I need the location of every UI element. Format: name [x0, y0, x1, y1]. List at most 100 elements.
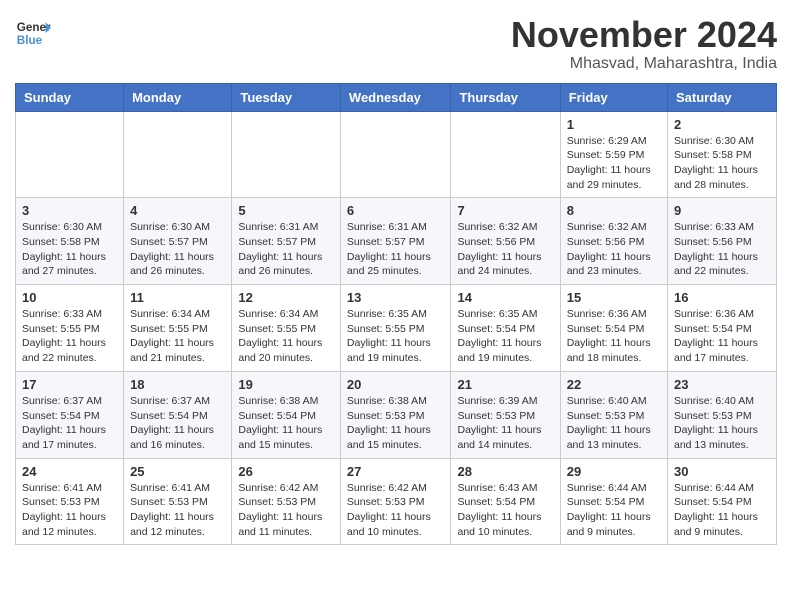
day-info: Sunrise: 6:30 AMSunset: 5:58 PMDaylight:… [674, 134, 770, 193]
calendar-day-cell: 27 Sunrise: 6:42 AMSunset: 5:53 PMDayligh… [340, 458, 451, 545]
calendar-day-cell [16, 111, 124, 198]
day-number: 21 [457, 377, 553, 392]
day-info: Sunrise: 6:43 AMSunset: 5:54 PMDaylight:… [457, 481, 553, 540]
calendar-day-cell: 26 Sunrise: 6:42 AMSunset: 5:53 PMDayligh… [232, 458, 341, 545]
weekday-header-cell: Sunday [16, 83, 124, 111]
weekday-header-row: SundayMondayTuesdayWednesdayThursdayFrid… [16, 83, 777, 111]
day-number: 20 [347, 377, 445, 392]
calendar-day-cell: 8Sunrise: 6:32 AMSunset: 5:56 PMDaylight… [560, 198, 667, 285]
day-info: Sunrise: 6:34 AMSunset: 5:55 PMDaylight:… [238, 307, 334, 366]
calendar-day-cell: 28 Sunrise: 6:43 AMSunset: 5:54 PMDayligh… [451, 458, 560, 545]
day-number: 8 [567, 203, 661, 218]
day-number: 17 [22, 377, 117, 392]
day-number: 19 [238, 377, 334, 392]
calendar-week-row: 3 Sunrise: 6:30 AMSunset: 5:58 PMDaylight… [16, 198, 777, 285]
calendar-week-row: 17 Sunrise: 6:37 AMSunset: 5:54 PMDayligh… [16, 371, 777, 458]
logo: General Blue [15, 15, 51, 51]
day-info: Sunrise: 6:35 AMSunset: 5:55 PMDaylight:… [347, 307, 445, 366]
day-number: 10 [22, 290, 117, 305]
calendar-day-cell: 19 Sunrise: 6:38 AMSunset: 5:54 PMDayligh… [232, 371, 341, 458]
calendar-day-cell: 21Sunrise: 6:39 AMSunset: 5:53 PMDayligh… [451, 371, 560, 458]
svg-text:Blue: Blue [17, 34, 43, 47]
day-info: Sunrise: 6:36 AMSunset: 5:54 PMDaylight:… [567, 307, 661, 366]
day-number: 29 [567, 464, 661, 479]
day-number: 16 [674, 290, 770, 305]
day-number: 18 [130, 377, 225, 392]
calendar-week-row: 10 Sunrise: 6:33 AMSunset: 5:55 PMDayligh… [16, 285, 777, 372]
day-info: Sunrise: 6:38 AMSunset: 5:54 PMDaylight:… [238, 394, 334, 453]
calendar-day-cell: 9 Sunrise: 6:33 AMSunset: 5:56 PMDaylight… [668, 198, 777, 285]
weekday-header-cell: Wednesday [340, 83, 451, 111]
calendar-day-cell [451, 111, 560, 198]
calendar-day-cell: 10 Sunrise: 6:33 AMSunset: 5:55 PMDayligh… [16, 285, 124, 372]
day-number: 11 [130, 290, 225, 305]
weekday-header-cell: Thursday [451, 83, 560, 111]
day-info: Sunrise: 6:40 AMSunset: 5:53 PMDaylight:… [674, 394, 770, 453]
calendar-day-cell: 24 Sunrise: 6:41 AMSunset: 5:53 PMDayligh… [16, 458, 124, 545]
day-info: Sunrise: 6:37 AMSunset: 5:54 PMDaylight:… [130, 394, 225, 453]
day-number: 12 [238, 290, 334, 305]
day-number: 1 [567, 117, 661, 132]
day-info: Sunrise: 6:29 AMSunset: 5:59 PMDaylight:… [567, 134, 661, 193]
day-info: Sunrise: 6:32 AMSunset: 5:56 PMDaylight:… [457, 220, 553, 279]
calendar-day-cell: 12 Sunrise: 6:34 AMSunset: 5:55 PMDayligh… [232, 285, 341, 372]
day-number: 24 [22, 464, 117, 479]
calendar-day-cell [232, 111, 341, 198]
day-number: 25 [130, 464, 225, 479]
day-number: 30 [674, 464, 770, 479]
day-number: 14 [457, 290, 553, 305]
day-number: 13 [347, 290, 445, 305]
calendar-day-cell: 25Sunrise: 6:41 AMSunset: 5:53 PMDayligh… [124, 458, 232, 545]
day-number: 22 [567, 377, 661, 392]
header: General Blue November 2024 Mhasvad, Maha… [15, 15, 777, 73]
calendar-day-cell: 29Sunrise: 6:44 AMSunset: 5:54 PMDayligh… [560, 458, 667, 545]
day-info: Sunrise: 6:33 AMSunset: 5:55 PMDaylight:… [22, 307, 117, 366]
calendar-day-cell [124, 111, 232, 198]
month-title: November 2024 [511, 15, 777, 55]
day-info: Sunrise: 6:40 AMSunset: 5:53 PMDaylight:… [567, 394, 661, 453]
calendar-day-cell: 3 Sunrise: 6:30 AMSunset: 5:58 PMDaylight… [16, 198, 124, 285]
calendar-day-cell: 13 Sunrise: 6:35 AMSunset: 5:55 PMDayligh… [340, 285, 451, 372]
calendar-week-row: 24 Sunrise: 6:41 AMSunset: 5:53 PMDayligh… [16, 458, 777, 545]
calendar-day-cell: 14 Sunrise: 6:35 AMSunset: 5:54 PMDayligh… [451, 285, 560, 372]
day-number: 9 [674, 203, 770, 218]
calendar-day-cell: 11Sunrise: 6:34 AMSunset: 5:55 PMDayligh… [124, 285, 232, 372]
day-info: Sunrise: 6:44 AMSunset: 5:54 PMDaylight:… [674, 481, 770, 540]
day-info: Sunrise: 6:42 AMSunset: 5:53 PMDaylight:… [238, 481, 334, 540]
calendar-day-cell: 1 Sunrise: 6:29 AMSunset: 5:59 PMDaylight… [560, 111, 667, 198]
day-info: Sunrise: 6:30 AMSunset: 5:58 PMDaylight:… [22, 220, 117, 279]
title-area: November 2024 Mhasvad, Maharashtra, Indi… [511, 15, 777, 73]
calendar-week-row: 1 Sunrise: 6:29 AMSunset: 5:59 PMDaylight… [16, 111, 777, 198]
calendar-day-cell: 4 Sunrise: 6:30 AMSunset: 5:57 PMDaylight… [124, 198, 232, 285]
calendar-day-cell [340, 111, 451, 198]
day-info: Sunrise: 6:37 AMSunset: 5:54 PMDaylight:… [22, 394, 117, 453]
day-number: 27 [347, 464, 445, 479]
calendar-day-cell: 23 Sunrise: 6:40 AMSunset: 5:53 PMDayligh… [668, 371, 777, 458]
weekday-header-cell: Monday [124, 83, 232, 111]
calendar-day-cell: 18 Sunrise: 6:37 AMSunset: 5:54 PMDayligh… [124, 371, 232, 458]
calendar-day-cell: 15 Sunrise: 6:36 AMSunset: 5:54 PMDayligh… [560, 285, 667, 372]
weekday-header-cell: Tuesday [232, 83, 341, 111]
weekday-header-cell: Saturday [668, 83, 777, 111]
day-number: 3 [22, 203, 117, 218]
calendar-day-cell: 22 Sunrise: 6:40 AMSunset: 5:53 PMDayligh… [560, 371, 667, 458]
day-info: Sunrise: 6:35 AMSunset: 5:54 PMDaylight:… [457, 307, 553, 366]
day-number: 26 [238, 464, 334, 479]
day-info: Sunrise: 6:42 AMSunset: 5:53 PMDaylight:… [347, 481, 445, 540]
day-info: Sunrise: 6:41 AMSunset: 5:53 PMDaylight:… [22, 481, 117, 540]
calendar: SundayMondayTuesdayWednesdayThursdayFrid… [15, 83, 777, 546]
day-info: Sunrise: 6:33 AMSunset: 5:56 PMDaylight:… [674, 220, 770, 279]
location-title: Mhasvad, Maharashtra, India [511, 55, 777, 73]
day-number: 6 [347, 203, 445, 218]
weekday-header-cell: Friday [560, 83, 667, 111]
day-number: 23 [674, 377, 770, 392]
calendar-day-cell: 5Sunrise: 6:31 AMSunset: 5:57 PMDaylight… [232, 198, 341, 285]
day-number: 15 [567, 290, 661, 305]
day-info: Sunrise: 6:36 AMSunset: 5:54 PMDaylight:… [674, 307, 770, 366]
day-info: Sunrise: 6:30 AMSunset: 5:57 PMDaylight:… [130, 220, 225, 279]
day-info: Sunrise: 6:31 AMSunset: 5:57 PMDaylight:… [347, 220, 445, 279]
day-info: Sunrise: 6:38 AMSunset: 5:53 PMDaylight:… [347, 394, 445, 453]
day-number: 28 [457, 464, 553, 479]
day-number: 7 [457, 203, 553, 218]
day-number: 4 [130, 203, 225, 218]
